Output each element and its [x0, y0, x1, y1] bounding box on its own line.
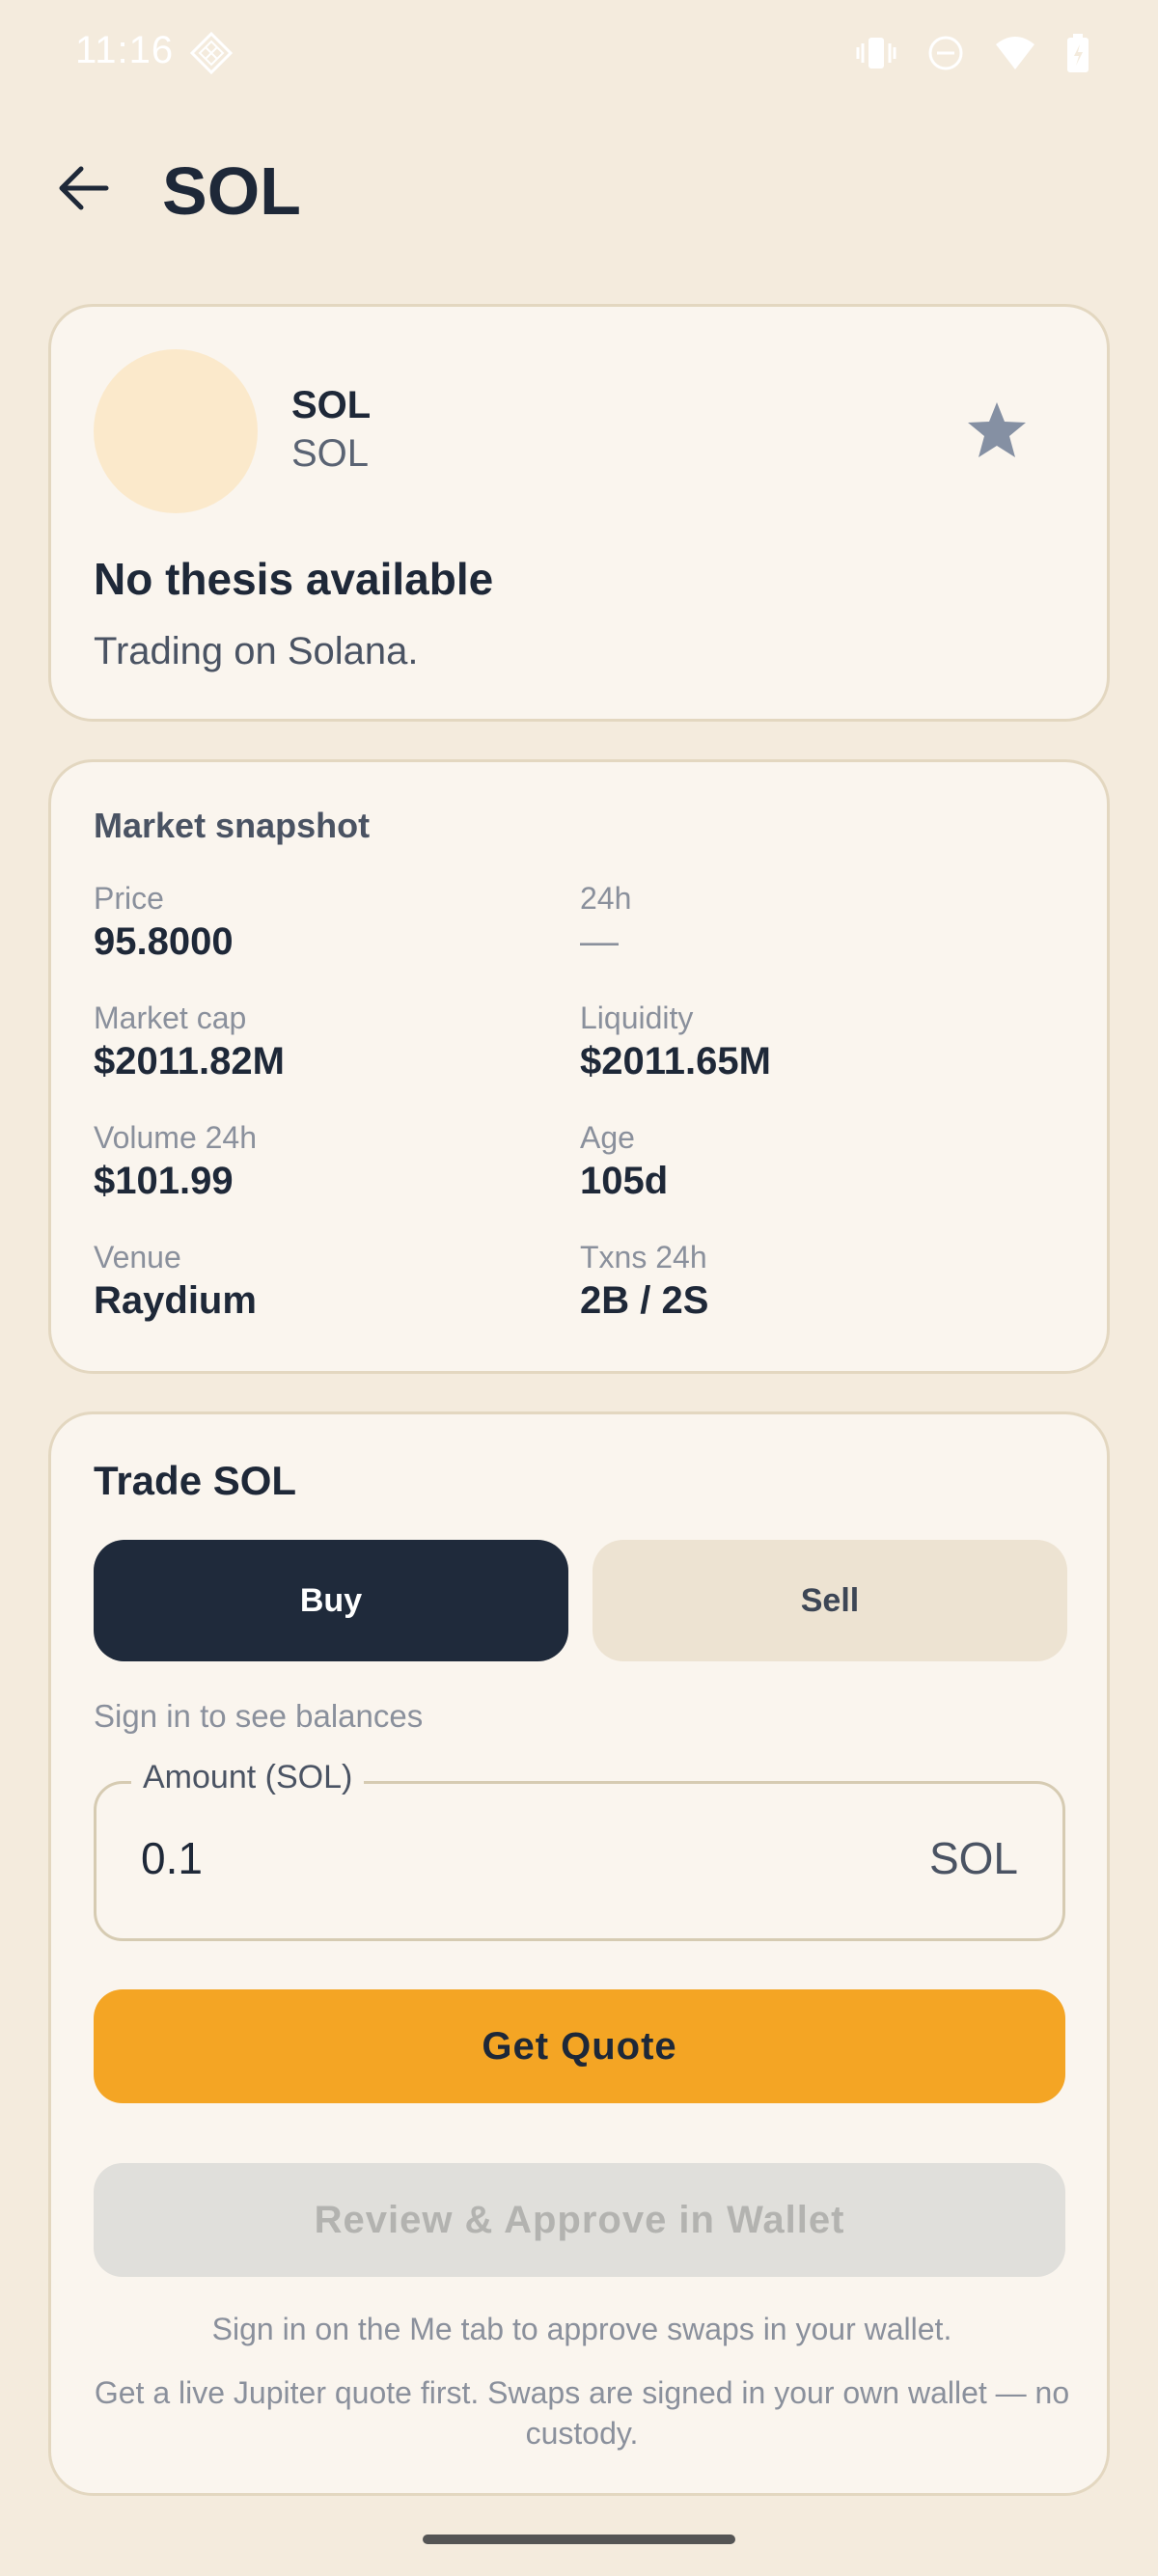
get-quote-button[interactable]: Get Quote: [94, 1989, 1065, 2103]
stat-value: 105d: [580, 1160, 669, 1202]
stat-value: 95.8000: [94, 920, 234, 963]
stat-market-cap: Market cap $2011.82M: [94, 1000, 285, 1083]
token-card: SOL SOL No thesis available Trading on S…: [48, 304, 1110, 722]
stat-value: Raydium: [94, 1279, 257, 1322]
stat-value: 2B / 2S: [580, 1279, 709, 1322]
stat-label: 24h: [580, 881, 632, 916]
trade-card: Trade SOL Buy Sell Sign in to see balanc…: [48, 1411, 1110, 2496]
balance-hint: Sign in to see balances: [94, 1698, 424, 1734]
token-avatar: [94, 349, 258, 513]
amount-suffix: SOL: [928, 1833, 1018, 1883]
stat-label: Volume 24h: [94, 1120, 258, 1155]
page-title: SOL: [162, 153, 301, 229]
stat-label: Market cap: [94, 1000, 247, 1035]
back-button[interactable]: [44, 156, 122, 224]
stat-value: $2011.82M: [94, 1040, 285, 1082]
status-time: 11:16: [75, 29, 175, 71]
status-icons: [855, 33, 1090, 78]
stat-value: $2011.65M: [580, 1040, 771, 1082]
amount-value[interactable]: 0.1: [141, 1832, 203, 1884]
stat-label: Liquidity: [580, 1000, 694, 1035]
stat-value: —: [580, 920, 619, 963]
stat-label: Txns 24h: [580, 1240, 707, 1274]
arrow-back-icon: [56, 164, 110, 217]
stat-liquidity: Liquidity $2011.65M: [580, 1000, 771, 1083]
sell-button[interactable]: Sell: [593, 1540, 1067, 1661]
stat-venue: Venue Raydium: [94, 1240, 257, 1323]
stat-label: Age: [580, 1120, 635, 1155]
token-symbol: SOL: [291, 432, 370, 475]
buy-button[interactable]: Buy: [94, 1540, 568, 1661]
stat-24h: 24h —: [580, 881, 631, 964]
amount-label: Amount (SOL): [131, 1759, 365, 1796]
thesis-title: No thesis available: [94, 554, 494, 604]
market-snapshot-title: Market snapshot: [94, 806, 371, 845]
stat-txns-24h: Txns 24h 2B / 2S: [580, 1240, 708, 1323]
star-icon: [966, 400, 1028, 465]
wifi-icon: [994, 35, 1036, 76]
favorite-button[interactable]: [958, 394, 1035, 471]
status-bar: 11:16: [0, 0, 1158, 106]
sign-in-note: Sign in on the Me tab to approve swaps i…: [211, 2312, 952, 2346]
stat-volume-24h: Volume 24h $101.99: [94, 1120, 257, 1203]
review-approve-button[interactable]: Review & Approve in Wallet: [94, 2163, 1065, 2277]
stat-label: Venue: [94, 1240, 181, 1274]
trade-title: Trade SOL: [94, 1458, 297, 1503]
token-name: SOL: [291, 384, 372, 426]
stat-price: Price 95.8000: [94, 881, 234, 964]
amount-input[interactable]: Amount (SOL) 0.1 SOL: [94, 1759, 1065, 1941]
vibrate-icon: [855, 34, 897, 77]
quote-note: Get a live Jupiter quote first. Swaps ar…: [94, 2375, 1070, 2451]
app-bar: SOL: [0, 135, 1158, 241]
stat-label: Price: [94, 881, 164, 916]
battery-icon: [1065, 33, 1090, 78]
diamond-icon: [189, 31, 234, 80]
stat-age: Age 105d: [580, 1120, 668, 1203]
home-indicator[interactable]: [423, 2535, 735, 2544]
dnd-icon: [926, 34, 965, 77]
stat-value: $101.99: [94, 1160, 234, 1202]
market-snapshot-card: Market snapshot Price 95.8000 24h — Mark…: [48, 759, 1110, 1374]
thesis-body: Trading on Solana.: [94, 630, 419, 672]
